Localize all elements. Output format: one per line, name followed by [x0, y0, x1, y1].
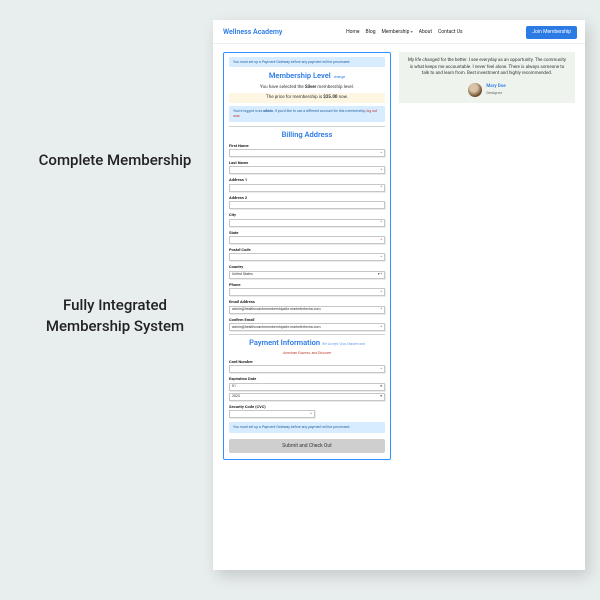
label-address2: Address 2 — [229, 195, 385, 200]
label-postal: Postal Code — [229, 247, 385, 252]
join-membership-button[interactable]: Join Membership — [526, 26, 577, 39]
label-city: City — [229, 212, 385, 217]
testimonial-role: Designer — [486, 90, 505, 96]
chevron-down-icon: ▾ — [411, 29, 413, 34]
label-state: State — [229, 230, 385, 235]
avatar — [468, 83, 482, 97]
billing-title: Billing Address — [229, 130, 385, 140]
confirm-email-input[interactable]: admin@healthcoachmembershipsite.marketer… — [229, 323, 385, 331]
testimonial-text: My life changed for the better. I see ev… — [406, 58, 568, 78]
site-brand[interactable]: Wellness Academy — [223, 28, 282, 37]
country-select[interactable]: United States▾ * — [229, 271, 385, 279]
first-name-input[interactable]: * — [229, 149, 385, 157]
label-confirm-email: Confirm Email — [229, 317, 385, 322]
testimonial-author: Mary Doe — [486, 84, 505, 91]
main-nav: Home Blog Membership ▾ About Contact Us — [346, 29, 463, 36]
selected-level-text: You have selected the Silver membership … — [229, 85, 385, 91]
membership-level-title: Membership Levelchange — [229, 71, 385, 81]
card-number-input[interactable]: * — [229, 365, 385, 373]
exp-month-select[interactable]: 01▾ — [229, 383, 385, 391]
address2-input[interactable] — [229, 201, 385, 209]
last-name-input[interactable]: * — [229, 166, 385, 174]
label-first-name: First Name — [229, 143, 385, 148]
label-country: Country — [229, 264, 385, 269]
address1-input[interactable]: * — [229, 184, 385, 192]
checkout-form: You must set up a Payment Gateway before… — [223, 52, 391, 461]
submit-checkout-button[interactable]: Submit and Check Out — [229, 439, 385, 454]
label-address1: Address 1 — [229, 177, 385, 182]
top-bar: Wellness Academy Home Blog Membership ▾ … — [213, 20, 585, 44]
cvc-input[interactable]: * — [229, 410, 315, 418]
city-input[interactable]: * — [229, 219, 385, 227]
postal-input[interactable]: * — [229, 253, 385, 261]
label-email: Email Address — [229, 299, 385, 304]
state-input[interactable]: * — [229, 236, 385, 244]
promo-caption-2: Fully Integrated Membership System — [30, 295, 200, 337]
testimonial-card: My life changed for the better. I see ev… — [399, 52, 575, 103]
label-phone: Phone — [229, 282, 385, 287]
label-cvc: Security Code (CVC) — [229, 404, 385, 409]
change-level-link[interactable]: change — [334, 75, 345, 79]
payment-title: Payment Information We Accept Visa, Mast… — [229, 338, 385, 348]
browser-mock: Wellness Academy Home Blog Membership ▾ … — [213, 20, 585, 570]
nav-contact[interactable]: Contact Us — [438, 29, 463, 36]
nav-membership[interactable]: Membership ▾ — [382, 29, 413, 36]
phone-input[interactable]: * — [229, 288, 385, 296]
gateway-alert-top: You must set up a Payment Gateway before… — [229, 57, 385, 68]
nav-about[interactable]: About — [419, 29, 432, 36]
label-exp: Expiration Date — [229, 376, 385, 381]
promo-caption-1: Complete Membership — [30, 150, 200, 171]
exp-year-select[interactable]: 2023▾ — [229, 393, 385, 401]
gateway-alert-bottom: You must set up a Payment Gateway before… — [229, 422, 385, 433]
login-warning: You're logged in as admin. If you'd like… — [229, 106, 385, 122]
cards-accepted: American Express, and Discover — [229, 351, 385, 356]
label-last-name: Last Name — [229, 160, 385, 165]
label-card: Card Number — [229, 359, 385, 364]
price-note: The price for membership is $25.00 now. — [229, 93, 385, 103]
email-input[interactable]: admin@healthcoachmembershipsite.marketer… — [229, 306, 385, 314]
nav-home[interactable]: Home — [346, 29, 359, 36]
nav-blog[interactable]: Blog — [366, 29, 376, 36]
